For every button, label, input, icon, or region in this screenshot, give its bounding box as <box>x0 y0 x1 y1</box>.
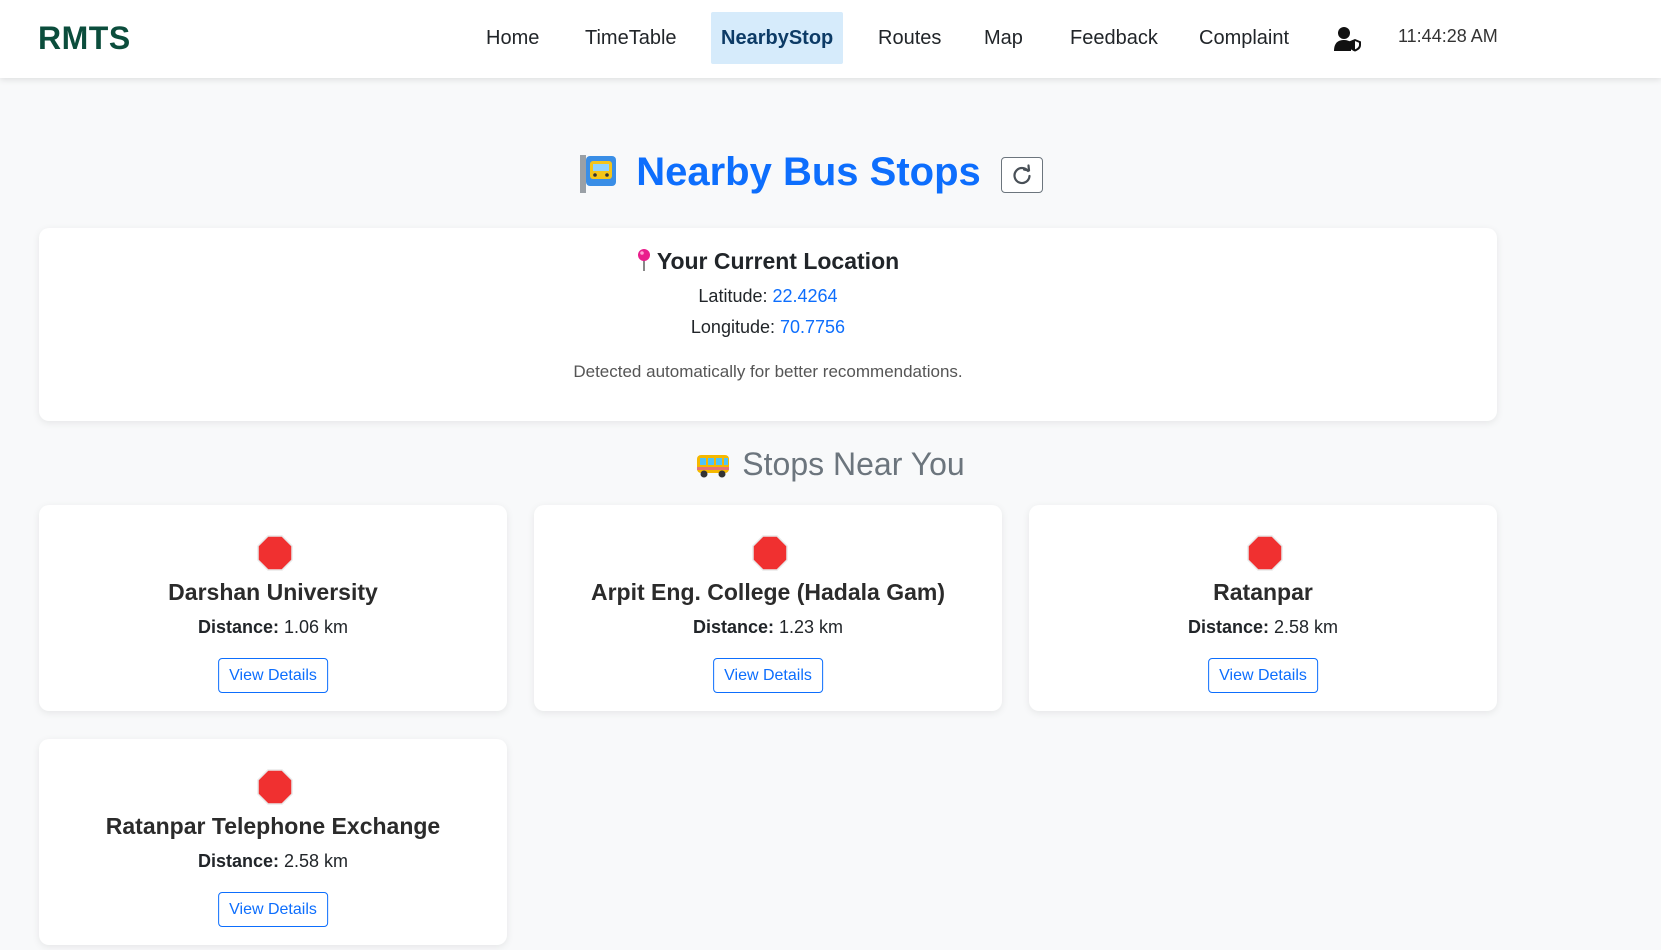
longitude-label: Longitude: <box>690 317 775 337</box>
view-details-button[interactable]: View Details <box>218 892 328 927</box>
view-details-button[interactable]: View Details <box>218 658 328 693</box>
stop-name: Ratanpar Telephone Exchange <box>105 813 441 839</box>
stop-card: Ratanpar Telephone Exchange Distance: 2.… <box>39 739 507 945</box>
latitude-line: Latitude: 22.4264 <box>39 286 1497 307</box>
bus-icon <box>696 450 730 487</box>
nav-home[interactable]: Home <box>476 12 549 64</box>
stop-sign-icon <box>257 535 293 571</box>
distance-value: 1.06 km <box>284 617 349 637</box>
refresh-button[interactable] <box>1000 156 1043 193</box>
distance-value: 2.58 km <box>284 851 349 871</box>
nav-map[interactable]: Map <box>974 12 1033 64</box>
latitude-value: 22.4264 <box>772 286 838 306</box>
distance-label: Distance: <box>692 617 774 637</box>
stop-sign-icon <box>1247 535 1283 571</box>
view-details-button[interactable]: View Details <box>713 658 823 693</box>
stop-card: Arpit Eng. College (Hadala Gam) Distance… <box>534 505 1002 711</box>
location-heading-text: Your Current Location <box>656 248 900 274</box>
refresh-icon <box>1013 163 1031 184</box>
distance-label: Distance: <box>197 617 279 637</box>
page-title: Nearby Bus Stops <box>636 150 981 194</box>
location-note: Detected automatically for better recomm… <box>573 362 963 381</box>
stop-name: Ratanpar <box>1213 579 1313 605</box>
stop-card: Ratanpar Distance: 2.58 km View Details <box>1029 505 1497 711</box>
distance-value: 1.23 km <box>779 617 844 637</box>
user-shield-icon[interactable] <box>1334 26 1362 52</box>
longitude-value: 70.7756 <box>780 317 846 337</box>
nav-complaint[interactable]: Complaint <box>1189 12 1299 64</box>
stop-name: Darshan University <box>168 579 378 605</box>
stop-sign-icon <box>257 769 293 805</box>
map-pin-icon <box>637 248 651 278</box>
brand-logo[interactable]: RMTS <box>38 20 131 57</box>
stop-name: Arpit Eng. College (Hadala Gam) <box>591 579 945 605</box>
stop-distance: Distance: 1.23 km <box>534 617 1002 638</box>
longitude-line: Longitude: 70.7756 <box>39 317 1497 338</box>
stop-distance: Distance: 2.58 km <box>39 851 507 872</box>
latitude-label: Latitude: <box>698 286 768 306</box>
nav-timetable[interactable]: TimeTable <box>575 12 687 64</box>
nav-nearbystop[interactable]: NearbyStop <box>711 12 844 64</box>
clock-time: 11:44:28 AM <box>1398 26 1498 46</box>
location-heading: Your Current Location <box>39 248 1497 278</box>
distance-label: Distance: <box>197 851 279 871</box>
stop-card: Darshan University Distance: 1.06 km Vie… <box>39 505 507 711</box>
distance-value: 2.58 km <box>1274 617 1339 637</box>
nav-routes[interactable]: Routes <box>868 12 951 64</box>
current-location-card: Your Current Location Latitude: 22.4264 … <box>39 228 1497 421</box>
nav-feedback[interactable]: Feedback <box>1060 12 1168 64</box>
top-navbar: RMTS Home TimeTable NearbyStop Routes Ma… <box>0 0 1661 78</box>
section-title: Stops Near You <box>0 446 1661 487</box>
stop-sign-icon <box>752 535 788 571</box>
page-title-row: Nearby Bus Stops <box>0 150 1661 210</box>
stop-distance: Distance: 2.58 km <box>1029 617 1497 638</box>
view-details-button[interactable]: View Details <box>1208 658 1318 693</box>
stop-distance: Distance: 1.06 km <box>39 617 507 638</box>
bus-stop-icon <box>578 153 618 193</box>
section-title-text: Stops Near You <box>742 446 965 482</box>
distance-label: Distance: <box>1187 617 1269 637</box>
